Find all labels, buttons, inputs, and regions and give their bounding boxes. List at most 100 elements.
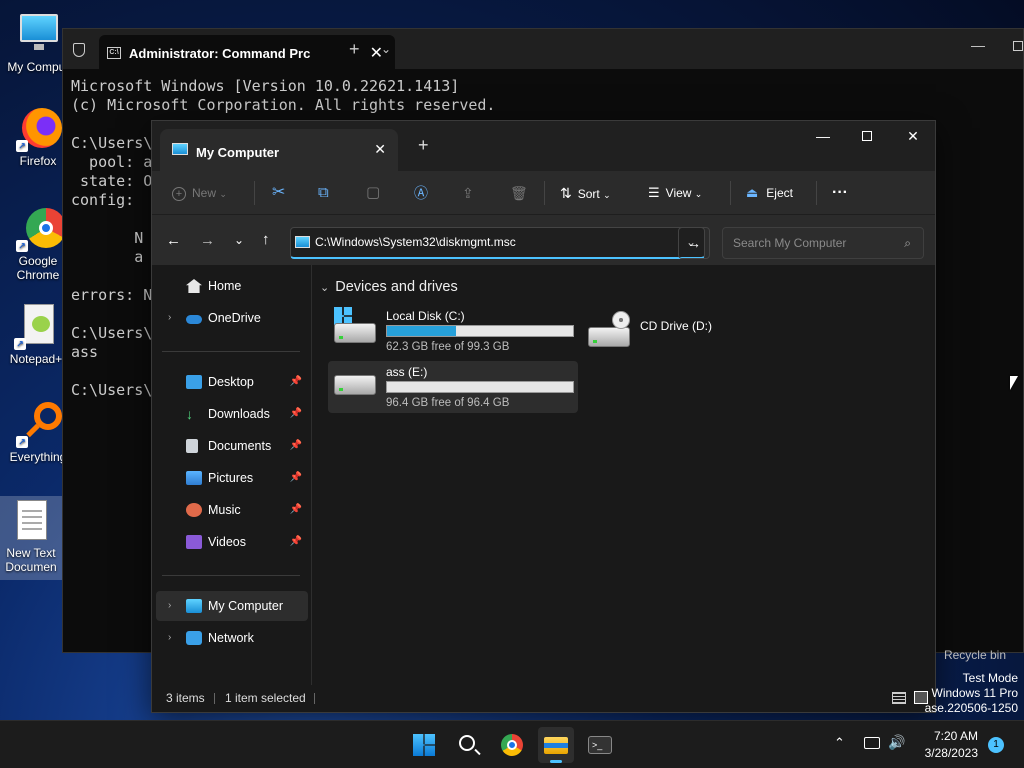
taskbar: >_ ⌃ 🔊 7:20 AM 3/28/2023 1 bbox=[0, 720, 1024, 768]
chevron-right-icon[interactable]: › bbox=[168, 623, 171, 653]
nav-divider bbox=[162, 351, 300, 352]
recent-locations-chevron-icon[interactable]: ⌄ bbox=[234, 233, 244, 247]
text-document-icon bbox=[7, 496, 55, 544]
toolbar-separator bbox=[254, 181, 255, 205]
new-tab-icon[interactable]: + bbox=[418, 135, 429, 156]
nav-item-onedrive[interactable]: › OneDrive bbox=[156, 303, 308, 333]
notification-badge[interactable]: 1 bbox=[988, 737, 1004, 753]
shortcut-arrow-icon: ↗ bbox=[16, 240, 28, 252]
status-divider bbox=[214, 693, 215, 704]
minimize-icon[interactable]: — bbox=[971, 37, 985, 53]
nav-item-documents[interactable]: Documents 📌 bbox=[156, 431, 308, 461]
toolbar-separator bbox=[730, 181, 731, 205]
nav-item-downloads[interactable]: ↓ Downloads 📌 bbox=[156, 399, 308, 429]
pin-icon[interactable]: 📌 bbox=[290, 431, 302, 461]
address-text: C:\Windows\System32\diskmgmt.msc bbox=[315, 235, 516, 249]
delete-icon[interactable]: 🗑 bbox=[510, 181, 528, 205]
nav-item-music[interactable]: Music 📌 bbox=[156, 495, 308, 525]
shortcut-arrow-icon: ↗ bbox=[16, 140, 28, 152]
recycle-bin-label[interactable]: Recycle bin bbox=[944, 648, 1006, 663]
chevron-right-icon[interactable]: › bbox=[168, 303, 171, 333]
explorer-tab[interactable]: My Computer ✕ bbox=[160, 129, 398, 171]
drive-free-space: 62.3 GB free of 99.3 GB bbox=[386, 341, 510, 353]
nav-item-network[interactable]: › Network bbox=[156, 623, 308, 653]
up-arrow-icon[interactable]: ↑ bbox=[262, 231, 270, 248]
status-bar: 3 items 1 item selected bbox=[152, 684, 935, 712]
clock-date[interactable]: 3/28/2023 bbox=[920, 746, 978, 760]
nav-item-desktop[interactable]: Desktop 📌 bbox=[156, 367, 308, 397]
chevron-up-icon[interactable]: ⌃ bbox=[834, 735, 845, 751]
pictures-icon bbox=[186, 471, 202, 485]
minimize-icon[interactable]: — bbox=[800, 121, 846, 153]
drive-item-e[interactable]: ass (E:) 96.4 GB free of 96.4 GB bbox=[328, 361, 578, 413]
search-icon: ⌕ bbox=[904, 236, 911, 250]
close-tab-icon[interactable]: ✕ bbox=[374, 141, 386, 158]
drive-name: ass (E:) bbox=[386, 365, 428, 379]
computer-icon bbox=[14, 10, 62, 58]
nav-item-my-computer[interactable]: › My Computer bbox=[156, 591, 308, 621]
address-bar[interactable]: C:\Windows\System32\diskmgmt.msc ⌄ bbox=[290, 227, 705, 259]
cmd-titlebar[interactable]: C:\ Administrator: Command Prc ✕ + ⌄ — bbox=[63, 29, 1023, 69]
terminal-icon[interactable]: >_ bbox=[582, 727, 618, 763]
search-box[interactable]: Search My Computer ⌕ bbox=[722, 227, 924, 259]
network-icon[interactable] bbox=[864, 737, 880, 749]
computer-icon bbox=[172, 143, 188, 155]
pin-icon[interactable]: 📌 bbox=[290, 463, 302, 493]
drive-item-c[interactable]: Local Disk (C:) 62.3 GB free of 99.3 GB bbox=[328, 305, 578, 357]
desktop-icon-new-text-document[interactable]: New Text Documen bbox=[0, 496, 62, 580]
back-arrow-icon[interactable]: ← bbox=[166, 232, 181, 249]
explorer-titlebar[interactable]: My Computer ✕ + — ✕ bbox=[152, 121, 935, 171]
forward-arrow-icon[interactable]: → bbox=[200, 232, 215, 249]
copy-icon[interactable]: ⧉ bbox=[318, 181, 329, 205]
share-icon[interactable]: ⇪ bbox=[462, 181, 474, 205]
new-tab-icon[interactable]: + bbox=[349, 39, 360, 60]
status-divider bbox=[314, 693, 315, 704]
maximize-icon[interactable] bbox=[1013, 41, 1023, 51]
sort-button[interactable]: ⇅ Sort ⌄ bbox=[560, 181, 611, 205]
nav-item-home[interactable]: Home bbox=[156, 271, 308, 301]
start-icon[interactable] bbox=[406, 727, 442, 763]
maximize-icon[interactable] bbox=[844, 121, 890, 153]
pin-icon[interactable]: 📌 bbox=[290, 399, 302, 429]
nav-item-pictures[interactable]: Pictures 📌 bbox=[156, 463, 308, 493]
desktop-icon-label: Firefox bbox=[19, 154, 57, 168]
pin-icon[interactable]: 📌 bbox=[290, 527, 302, 557]
chevron-down-icon[interactable]: ⌄ bbox=[381, 42, 391, 56]
videos-icon bbox=[186, 535, 202, 549]
section-header[interactable]: ⌄ Devices and drives bbox=[320, 279, 458, 295]
pin-icon[interactable]: 📌 bbox=[290, 495, 302, 525]
cmd-tab-title: Administrator: Command Prc bbox=[129, 46, 311, 61]
view-button[interactable]: ☰ View ⌄ bbox=[648, 181, 702, 205]
nav-item-videos[interactable]: Videos 📌 bbox=[156, 527, 308, 557]
new-button[interactable]: + New ⌄ bbox=[172, 181, 227, 205]
volume-icon[interactable]: 🔊 bbox=[888, 734, 905, 751]
go-arrow-icon[interactable]: → bbox=[678, 227, 710, 259]
paste-icon[interactable]: ▢ bbox=[366, 181, 380, 205]
notepad-plus-icon: ↗ bbox=[12, 302, 60, 350]
chrome-icon[interactable] bbox=[494, 727, 530, 763]
cmd-tab-icon: C:\ bbox=[107, 47, 121, 59]
chevron-right-icon[interactable]: › bbox=[168, 591, 171, 621]
search-placeholder: Search My Computer bbox=[733, 236, 847, 250]
drive-item-d[interactable]: CD Drive (D:) bbox=[582, 305, 832, 357]
drive-name: Local Disk (C:) bbox=[386, 309, 465, 323]
desktop-icon-label: Everything bbox=[9, 450, 67, 464]
details-view-icon[interactable] bbox=[892, 692, 906, 704]
close-window-icon[interactable]: ✕ bbox=[890, 121, 936, 153]
chevron-down-icon: ⌄ bbox=[603, 190, 611, 200]
chevron-down-icon: ⌄ bbox=[694, 189, 703, 199]
search-icon[interactable] bbox=[450, 727, 486, 763]
file-explorer-icon[interactable] bbox=[538, 727, 574, 763]
cut-icon[interactable]: ✂ bbox=[272, 181, 285, 205]
content-pane[interactable]: ⌄ Devices and drives Local Disk (C:) 62.3… bbox=[314, 265, 935, 685]
desktop-icon-label: New Text Documen bbox=[5, 546, 57, 574]
chrome-icon: ↗ bbox=[14, 204, 66, 252]
eject-button[interactable]: ⏏ Eject bbox=[746, 181, 793, 205]
rename-icon[interactable]: Ⓐ bbox=[414, 181, 428, 205]
clock-time[interactable]: 7:20 AM bbox=[932, 729, 978, 743]
file-explorer-window[interactable]: My Computer ✕ + — ✕ + New ⌄ ✂ ⧉ ▢ Ⓐ ⇪ 🗑 ⇅… bbox=[151, 120, 936, 713]
watermark-line: ase.220506-1250 bbox=[924, 701, 1018, 715]
more-options-icon[interactable]: ··· bbox=[832, 181, 848, 205]
watermark-line: Windows 11 Pro bbox=[931, 686, 1018, 700]
pin-icon[interactable]: 📌 bbox=[290, 367, 302, 397]
